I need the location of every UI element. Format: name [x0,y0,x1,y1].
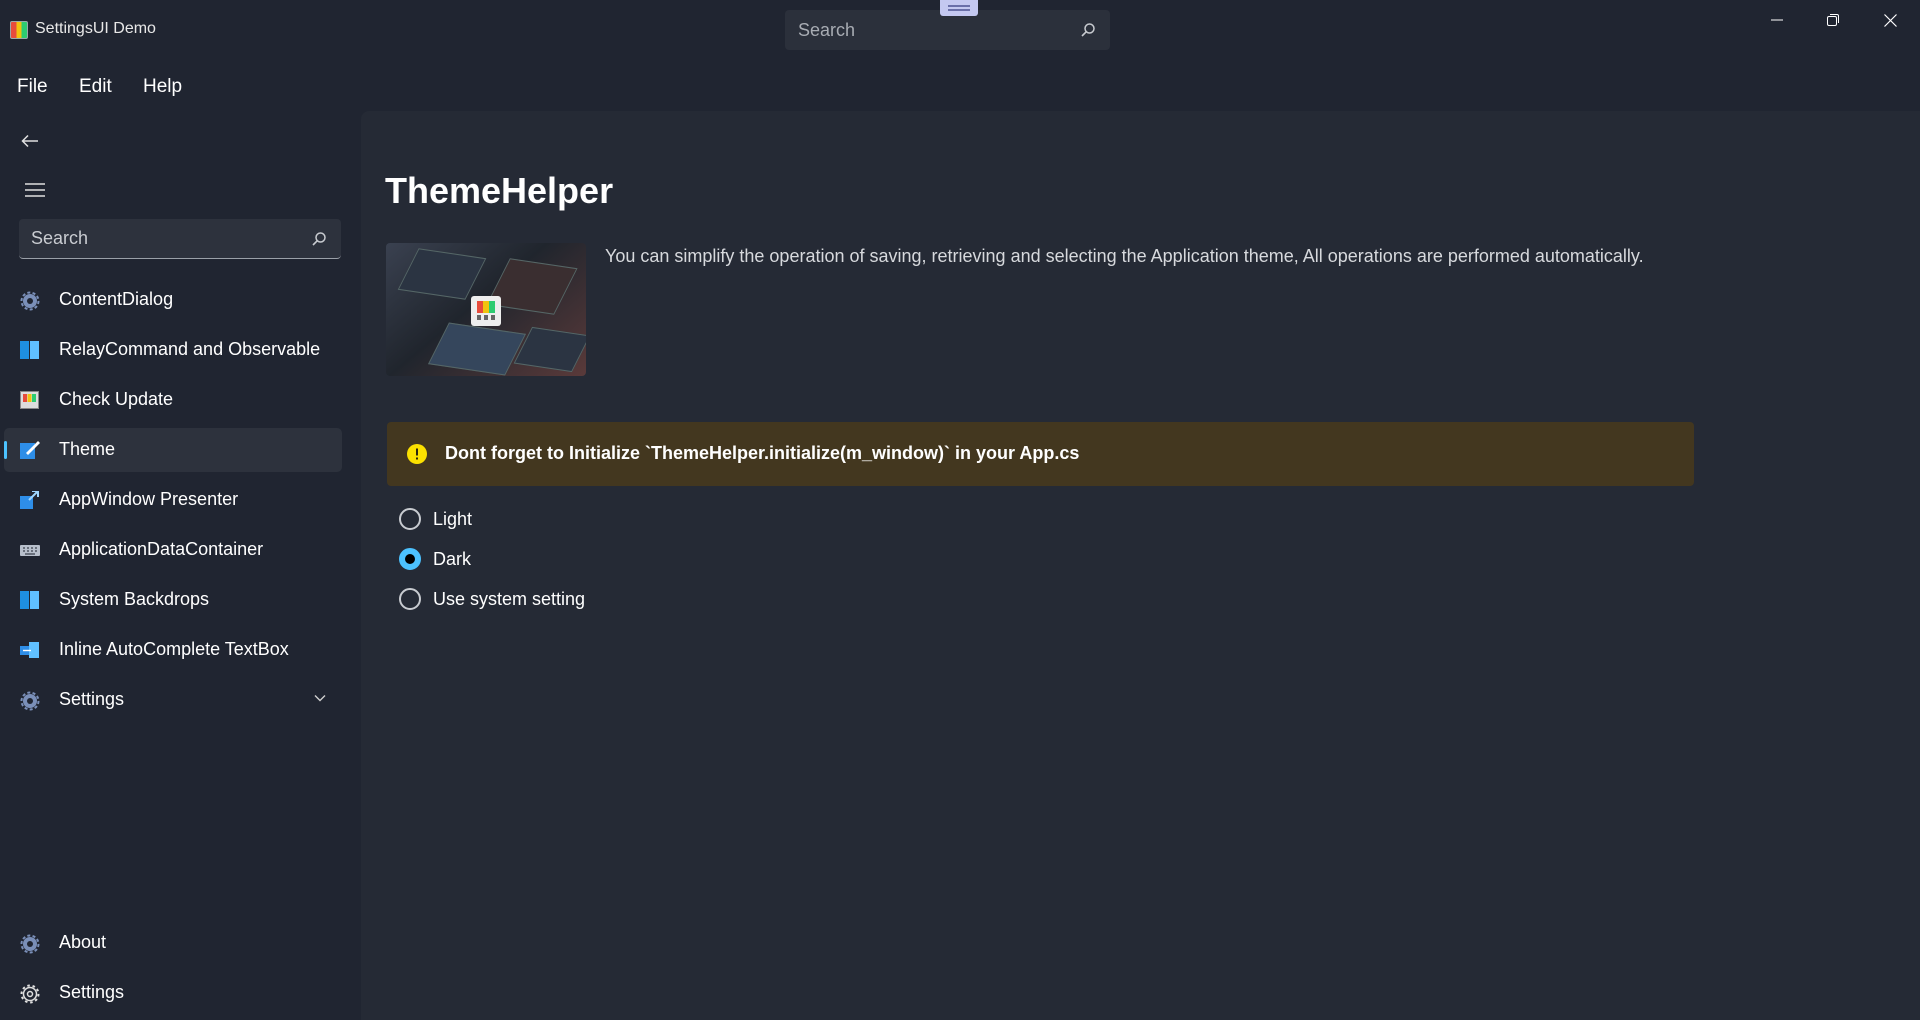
radio-label: Dark [433,548,472,569]
radio-circle[interactable] [399,588,421,610]
keyboard-icon [20,541,40,559]
nav-item-label: Settings [59,982,125,1002]
nav-item-label: AppWindow Presenter [59,489,239,509]
window-title: SettingsUI Demo [35,20,156,37]
nav-item-about[interactable]: About [4,921,342,965]
nav-item-label: ApplicationDataContainer [59,539,264,559]
blue-square-icon [20,341,40,359]
app-logo-icon [471,296,501,326]
hamburger-icon [25,183,45,197]
page-title: ThemeHelper [385,170,614,211]
page-description: You can simplify the operation of saving… [605,246,1644,266]
drag-handle[interactable] [940,0,978,16]
search-icon[interactable] [1080,22,1096,38]
restore-button[interactable] [1805,0,1861,40]
chevron-down-icon[interactable] [314,694,326,702]
radio-light[interactable]: Light [399,504,472,534]
hero-image [386,243,586,376]
minimize-button[interactable] [1749,0,1805,40]
window-arrow-icon [20,491,40,509]
blue-square-icon [20,591,40,609]
nav-item-system-backdrops[interactable]: System Backdrops [4,578,342,622]
warning-message: Dont forget to Initialize `ThemeHelper.i… [445,443,1080,463]
nav-item-label: Settings [59,689,125,709]
nav-item-label: About [59,932,107,952]
minimize-icon [1771,19,1783,21]
nav-item-settings-group[interactable]: Settings [4,678,342,722]
back-button[interactable] [10,121,50,161]
selection-indicator [4,441,7,459]
gear-icon [20,291,40,311]
search-icon[interactable] [311,231,327,247]
nav-item-label: ContentDialog [59,289,174,309]
app-logo-icon [10,21,28,39]
radio-circle[interactable] [399,548,421,570]
gear-icon [20,691,40,711]
close-button[interactable] [1862,0,1918,40]
menu-file[interactable]: File [13,74,52,100]
nav-item-theme[interactable]: Theme [4,428,342,472]
app-logo-icon [20,391,40,409]
close-icon [1883,13,1897,27]
nav-item-label: RelayCommand and Observable [59,339,321,359]
theme-brush-icon [20,441,40,459]
nav-item-settings[interactable]: Settings [4,971,342,1015]
radio-dark[interactable]: Dark [399,544,471,574]
menu-help[interactable]: Help [139,74,186,100]
nav-item-applicationdatacontainer[interactable]: ApplicationDataContainer [4,528,342,572]
nav-item-appwindow-presenter[interactable]: AppWindow Presenter [4,478,342,522]
restore-icon [1827,14,1839,26]
radio-circle[interactable] [399,508,421,530]
menu-edit[interactable]: Edit [75,74,116,100]
hamburger-button[interactable] [15,170,55,210]
nav-item-inline-autocomplete[interactable]: Inline AutoComplete TextBox [4,628,342,672]
nav-item-check-update[interactable]: Check Update [4,378,342,422]
gear-icon [20,934,40,954]
nav-item-label: Inline AutoComplete TextBox [59,639,289,659]
nav-item-label: System Backdrops [59,589,210,609]
nav-item-relaycommand[interactable]: RelayCommand and Observable [4,328,342,372]
nav-item-label: Theme [59,439,116,459]
gear-outline-icon [20,984,40,1004]
warning-icon [407,444,427,464]
nav-search-box[interactable]: Search [19,219,341,259]
nav-item-contentdialog[interactable]: ContentDialog [4,278,342,322]
radio-label: Use system setting [433,588,586,609]
title-search-box[interactable]: Search [785,10,1110,50]
textbox-icon [20,641,40,659]
warning-infobar: Dont forget to Initialize `ThemeHelper.i… [387,422,1694,486]
back-arrow-icon [21,134,38,148]
nav-search-placeholder: Search [31,228,89,248]
radio-label: Light [433,508,473,529]
nav-item-label: Check Update [59,389,174,409]
radio-use-system-setting[interactable]: Use system setting [399,584,585,614]
title-search-placeholder: Search [798,20,856,40]
